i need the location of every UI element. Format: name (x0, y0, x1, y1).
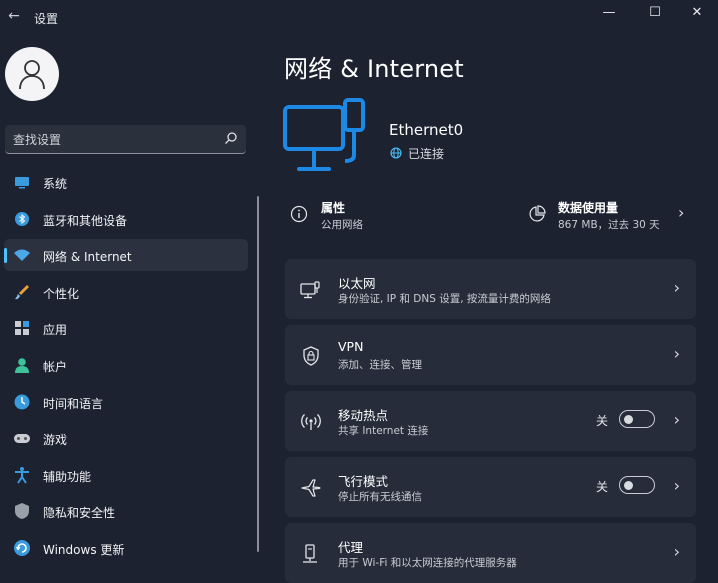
info-icon (290, 205, 308, 223)
chevron-right-icon: › (673, 410, 680, 429)
card-title: VPN (338, 339, 364, 354)
time-language-icon (14, 394, 30, 410)
sidebar-item-label: Windows 更新 (43, 542, 125, 557)
card-title: 飞行模式 (338, 474, 389, 489)
page-title: 网络 & Internet (284, 55, 464, 83)
card-title: 代理 (338, 540, 364, 555)
mobile-hotspot-card[interactable]: 移动热点 共享 Internet 连接 关 › (285, 391, 696, 451)
toggle-state-label: 关 (596, 480, 609, 494)
brush-icon (15, 284, 29, 299)
bluetooth-icon (15, 211, 29, 226)
apps-icon (15, 321, 29, 336)
sidebar-item-personalization[interactable]: 个性化 (4, 276, 248, 308)
accessibility-icon (15, 466, 29, 484)
avatar[interactable] (5, 47, 59, 101)
data-usage-link[interactable]: 数据使用量 867 MB，过去 30 天 › (526, 197, 696, 237)
airplane-mode-toggle[interactable] (619, 476, 655, 494)
toggle-knob (624, 414, 633, 424)
sidebar-item-label: 辅助功能 (43, 469, 92, 484)
card-subtitle: 身份验证, IP 和 DNS 设置, 按流量计费的网络 (338, 293, 551, 305)
search-icon[interactable] (224, 131, 238, 145)
selection-indicator (4, 248, 7, 264)
chevron-right-icon: › (673, 542, 680, 561)
sidebar-item-label: 隐私和安全性 (43, 506, 116, 521)
card-subtitle: 停止所有无线通信 (338, 491, 422, 503)
data-usage-subtitle: 867 MB，过去 30 天 (558, 219, 660, 231)
globe-icon (390, 147, 402, 159)
toggle-knob (624, 480, 633, 490)
chevron-right-icon: › (673, 476, 680, 495)
back-arrow-icon[interactable]: ← (4, 6, 24, 26)
proxy-icon (303, 544, 317, 563)
sidebar-item-bluetooth[interactable]: 蓝牙和其他设备 (4, 203, 248, 235)
system-icon (15, 177, 29, 189)
hotspot-icon (301, 414, 321, 430)
sidebar-item-label: 应用 (43, 323, 68, 338)
card-title: 以太网 (338, 276, 376, 291)
adapter-name: Ethernet0 (389, 121, 464, 139)
user-icon (19, 60, 45, 90)
title-bar: ← 设置 — ☐ ✕ (0, 0, 718, 34)
sidebar-item-time-language[interactable]: 时间和语言 (4, 386, 248, 418)
close-button[interactable]: ✕ (674, 2, 718, 24)
sidebar-item-label: 网络 & Internet (43, 250, 132, 265)
properties-title: 属性 (321, 201, 346, 215)
shield-icon (15, 503, 29, 520)
update-icon (14, 539, 30, 556)
maximize-button[interactable]: ☐ (632, 2, 678, 24)
mobile-hotspot-toggle[interactable] (619, 410, 655, 428)
search-input[interactable] (5, 125, 215, 154)
connection-status: 已连接 (408, 147, 445, 161)
card-subtitle: 添加、连接、管理 (338, 359, 422, 371)
properties-link[interactable]: 属性 公用网络 (288, 197, 488, 237)
account-icon (15, 358, 29, 373)
app-title: 设置 (34, 12, 59, 26)
sidebar-nav: 系统 蓝牙和其他设备 网络 & Internet 个性化 应用 帐户 时间和语言… (4, 166, 248, 569)
card-subtitle: 共享 Internet 连接 (338, 425, 429, 437)
chevron-right-icon: › (678, 203, 685, 222)
network-icon (14, 249, 30, 262)
ethernet-monitor-icon (283, 98, 365, 171)
sidebar-item-label: 时间和语言 (43, 396, 104, 411)
sidebar-item-label: 个性化 (43, 286, 80, 301)
sidebar-item-label: 系统 (43, 177, 68, 191)
ethernet-icon (300, 281, 320, 299)
sidebar-item-label: 游戏 (43, 433, 68, 448)
sidebar-item-windows-update[interactable]: Windows 更新 (4, 532, 248, 564)
sidebar-item-label: 帐户 (43, 359, 68, 374)
chevron-right-icon: › (673, 344, 680, 363)
sidebar-scrollbar[interactable] (257, 196, 259, 552)
sidebar-item-accessibility[interactable]: 辅助功能 (4, 459, 248, 491)
sidebar-item-network[interactable]: 网络 & Internet (4, 239, 248, 272)
airplane-icon (301, 479, 321, 497)
vpn-shield-icon (303, 346, 319, 366)
proxy-card[interactable]: 代理 用于 Wi-Fi 和以太网连接的代理服务器 › (285, 523, 696, 583)
vpn-card[interactable]: VPN 添加、连接、管理 › (285, 325, 696, 385)
sidebar-item-privacy[interactable]: 隐私和安全性 (4, 495, 248, 527)
toggle-state-label: 关 (596, 414, 609, 428)
sidebar-item-label: 蓝牙和其他设备 (43, 213, 128, 228)
pie-chart-icon (529, 205, 546, 222)
ethernet-card[interactable]: 以太网 身份验证, IP 和 DNS 设置, 按流量计费的网络 › (285, 259, 696, 319)
sidebar-item-system[interactable]: 系统 (4, 166, 248, 198)
airplane-mode-card[interactable]: 飞行模式 停止所有无线通信 关 › (285, 457, 696, 517)
chevron-right-icon: › (673, 278, 680, 297)
search-box[interactable] (5, 125, 246, 154)
sidebar-item-gaming[interactable]: 游戏 (4, 422, 248, 454)
sidebar-item-accounts[interactable]: 帐户 (4, 349, 248, 381)
card-title: 移动热点 (338, 408, 389, 423)
card-subtitle: 用于 Wi-Fi 和以太网连接的代理服务器 (338, 557, 517, 569)
data-usage-title: 数据使用量 (558, 201, 619, 215)
minimize-button[interactable]: — (586, 2, 632, 24)
properties-subtitle: 公用网络 (321, 219, 363, 231)
gaming-icon (14, 434, 30, 444)
sidebar-item-apps[interactable]: 应用 (4, 312, 248, 344)
